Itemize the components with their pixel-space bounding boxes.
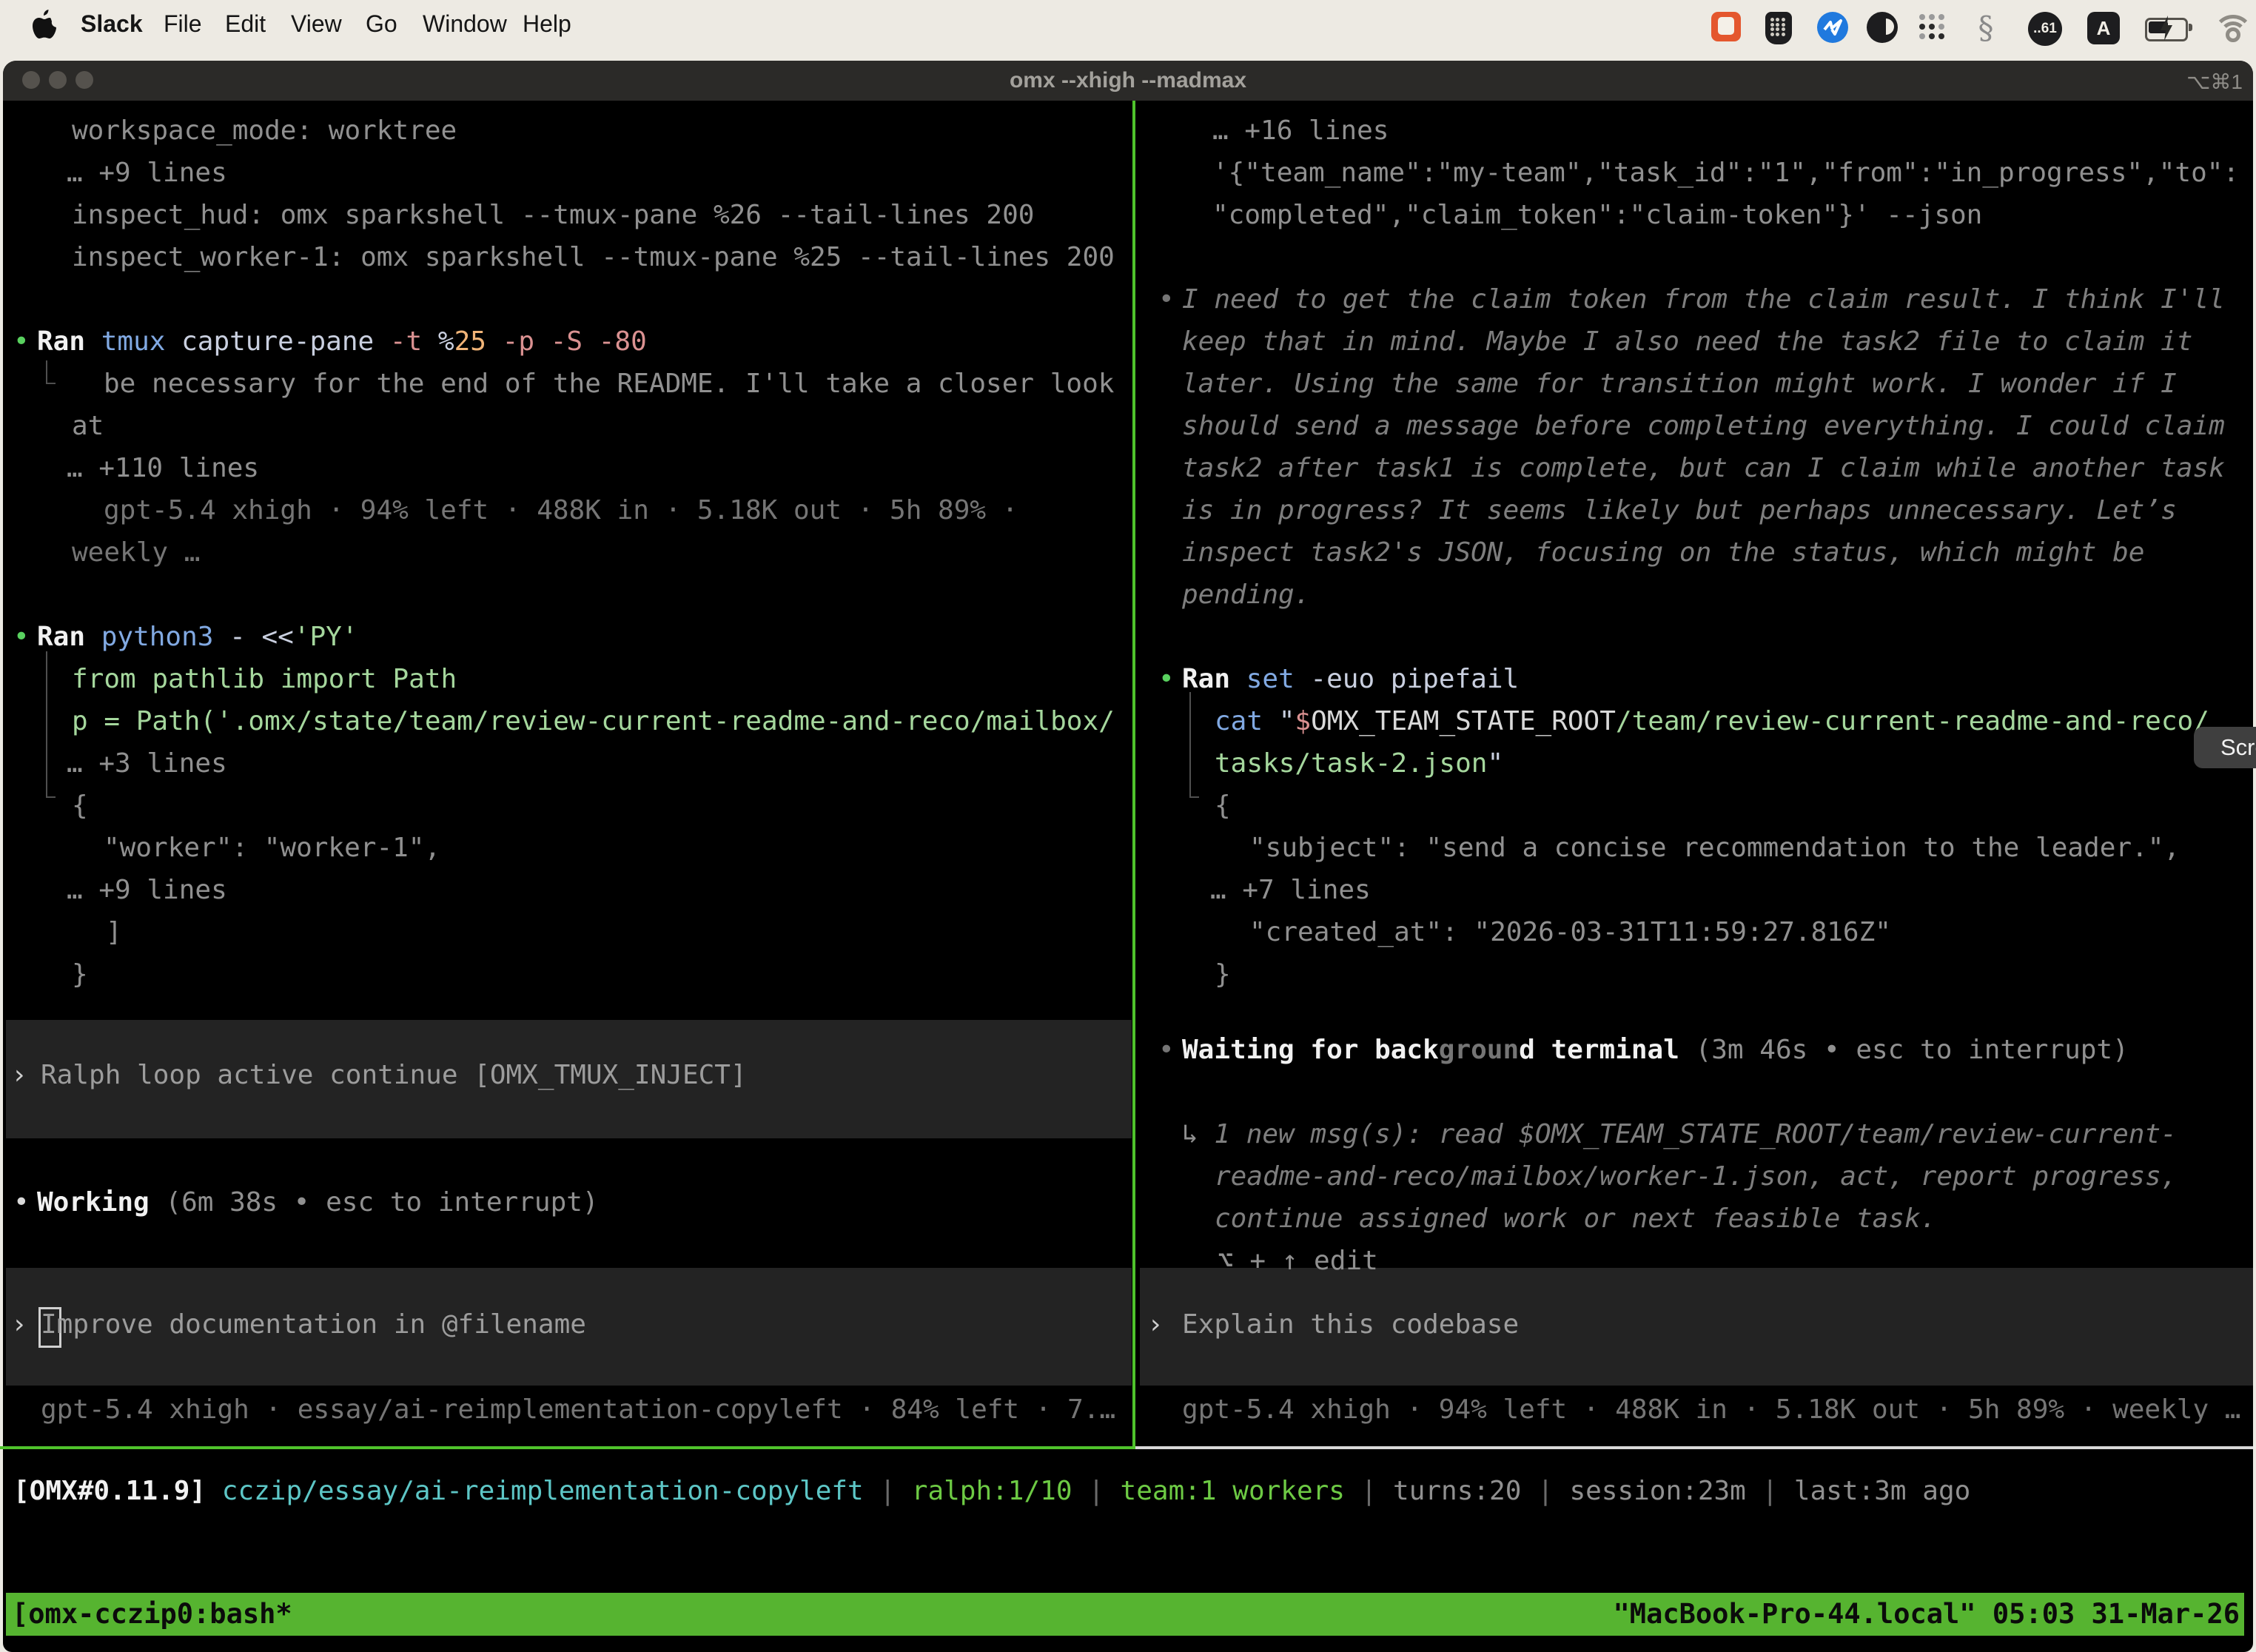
- block-rule-foot: [46, 383, 56, 384]
- prompt-input-right[interactable]: [1140, 1268, 2253, 1386]
- block-rule-foot: [46, 796, 56, 798]
- apple-logo-icon[interactable]: [30, 9, 59, 44]
- desktop-screen: Slack File Edit View Go Window Help § ..61 A: [0, 0, 2256, 1652]
- wifi-icon[interactable]: [2213, 15, 2246, 40]
- menu-item-view[interactable]: View: [291, 10, 342, 38]
- pane-divider[interactable]: [1132, 101, 1135, 1449]
- chat-app-icon[interactable]: [1711, 12, 1741, 41]
- left-pane-border: [0, 1446, 1132, 1449]
- menu-item-help[interactable]: Help: [523, 10, 571, 38]
- window-titlebar[interactable]: omx --xhigh --madmax ⌥⌘1: [3, 61, 2253, 101]
- charging-bolt-icon: [2161, 16, 2172, 41]
- text-cursor: [38, 1307, 61, 1348]
- tmux-status-bar: [omx-cczip0:bash* "MacBook-Pro-44.local"…: [6, 1593, 2244, 1636]
- menu-item-slack[interactable]: Slack: [81, 10, 143, 38]
- prompt-input-left[interactable]: [6, 1268, 1132, 1386]
- menu-item-go[interactable]: Go: [366, 10, 397, 38]
- screen-tooltip: Scre: [2194, 727, 2256, 768]
- battery-icon[interactable]: [2145, 18, 2188, 41]
- right-pane-border: [1135, 1446, 2253, 1449]
- shield-dot-grid: [1770, 18, 1787, 37]
- dots-grid-icon[interactable]: [1917, 12, 1947, 41]
- zigzag-glyph: [1822, 16, 1844, 38]
- ralph-status-banner: [6, 1020, 1132, 1138]
- keyboard-layout-icon[interactable]: A: [2087, 12, 2120, 44]
- block-rule: [1189, 692, 1191, 798]
- block-rule: [46, 651, 47, 798]
- blue-badge-icon[interactable]: [1817, 12, 1848, 43]
- tmux-session-label: [omx-cczip0:bash*: [12, 1593, 292, 1636]
- terminal-window[interactable]: omx --xhigh --madmax ⌥⌘1: [3, 61, 2253, 1652]
- percent-badge-icon[interactable]: ..61: [2028, 12, 2062, 46]
- block-rule-foot: [1189, 796, 1199, 798]
- menu-item-edit[interactable]: Edit: [225, 10, 266, 38]
- window-title: omx --xhigh --madmax: [3, 68, 2253, 93]
- menu-bar: Slack File Edit View Go Window Help § ..61 A: [0, 0, 2256, 56]
- squiggle-icon[interactable]: §: [1973, 12, 1999, 44]
- shield-grid-icon[interactable]: [1765, 12, 1792, 44]
- tmux-host-clock: "MacBook-Pro-44.local" 05:03 31-Mar-26: [1614, 1593, 2240, 1636]
- crescent-icon[interactable]: [1867, 12, 1898, 43]
- menu-item-file[interactable]: File: [164, 10, 202, 38]
- menu-item-window[interactable]: Window: [423, 10, 507, 38]
- block-rule: [46, 360, 47, 384]
- window-shortcut-badge: ⌥⌘1: [2186, 70, 2243, 94]
